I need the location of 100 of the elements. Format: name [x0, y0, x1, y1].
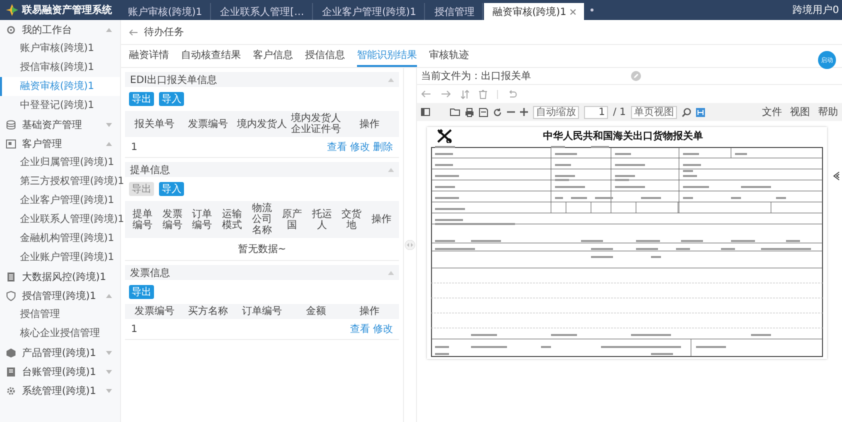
- column-header: 买方名称: [187, 306, 230, 317]
- current-file-label: 当前文件为：出口报关单: [421, 70, 531, 83]
- caret-up-icon[interactable]: [388, 78, 394, 82]
- tab[interactable]: 融资审核(跨境)1: [484, 3, 584, 20]
- sidebar-item[interactable]: 企业客户管理(跨境)1: [0, 191, 120, 210]
- sidebar-item[interactable]: 企业归属管理(跨境)1: [0, 153, 120, 172]
- zoom-in-icon[interactable]: [520, 108, 528, 116]
- page-title: 待办任务: [144, 26, 184, 39]
- gear-icon: [6, 24, 16, 34]
- table-link[interactable]: 删除: [373, 140, 393, 154]
- tab[interactable]: 审核轨迹: [429, 45, 469, 67]
- box-icon: [6, 348, 16, 358]
- fit-width-icon[interactable]: [696, 108, 705, 116]
- caret-up-icon[interactable]: [388, 270, 394, 274]
- column-header: 发票编号: [161, 208, 184, 230]
- column-header: 发票编号: [133, 306, 176, 317]
- swap-icon[interactable]: [461, 90, 469, 98]
- sidebar-item[interactable]: 大数据风控(跨境)1: [0, 267, 120, 286]
- sidebar-item[interactable]: 授信管理: [0, 305, 120, 324]
- sidebar-item[interactable]: 台账管理(跨境)1: [0, 362, 120, 381]
- column-header: 订单编号: [240, 306, 283, 317]
- tab[interactable]: 智能识别结果: [357, 45, 417, 67]
- menu-item[interactable]: 帮助: [818, 105, 838, 119]
- tab[interactable]: 企业联系人管理[…: [212, 3, 314, 20]
- trash-icon[interactable]: [479, 90, 487, 98]
- column-header: 交货地: [340, 208, 363, 230]
- sidebar-item[interactable]: 客户管理: [0, 134, 120, 153]
- table-cell: 1: [131, 324, 138, 334]
- sidebar-item[interactable]: 账户审核(跨境)1: [0, 39, 120, 58]
- forward-arrow-icon[interactable]: [441, 90, 451, 98]
- gear-icon: [6, 386, 16, 396]
- sidebar-item[interactable]: 核心企业授信管理: [0, 324, 120, 343]
- sidebar-item[interactable]: 中登登记(跨境)1: [0, 96, 120, 115]
- tab[interactable]: 融资详情: [129, 45, 169, 67]
- view-mode-select[interactable]: 单页视图: [630, 106, 677, 118]
- column-header: 金额: [304, 306, 327, 317]
- sidebar-item[interactable]: 企业账户管理(跨境)1: [0, 248, 120, 267]
- app-title: 联易融资产管理系统: [22, 4, 112, 17]
- empty-message: 暂无数据~: [125, 238, 399, 261]
- undo-icon[interactable]: [508, 90, 517, 98]
- caret-up-icon[interactable]: [106, 28, 112, 32]
- sidebar-item[interactable]: 系统管理(跨境)1: [0, 381, 120, 400]
- sidebar-item[interactable]: 我的工作台: [0, 20, 120, 39]
- tab[interactable]: 自动核查结果: [181, 45, 241, 67]
- folder-icon[interactable]: [450, 108, 460, 116]
- close-icon[interactable]: [570, 8, 576, 14]
- id-card-icon: [6, 138, 16, 148]
- section-title: 发票信息: [130, 266, 170, 280]
- sidebar-item[interactable]: 授信审核(跨境)1: [0, 58, 120, 77]
- table-link[interactable]: 修改: [350, 140, 370, 154]
- sidebar-item[interactable]: 融资审核(跨境)1: [0, 77, 120, 96]
- column-header: 操作: [370, 214, 393, 225]
- caret-up-icon[interactable]: [106, 142, 112, 146]
- caret-down-icon[interactable]: [106, 388, 112, 392]
- page-count: / 1: [613, 106, 626, 118]
- column-header: 托运人: [310, 208, 333, 230]
- rotate-icon[interactable]: [493, 108, 502, 116]
- caret-down-icon[interactable]: [106, 350, 112, 354]
- document-icon: [6, 272, 16, 282]
- print-icon[interactable]: [465, 108, 474, 116]
- logo-icon: [6, 4, 18, 16]
- back-arrow-icon[interactable]: [129, 28, 138, 36]
- more-icon[interactable]: [589, 7, 596, 13]
- menu-item[interactable]: 视图: [790, 105, 810, 119]
- back-arrow-icon[interactable]: [421, 90, 431, 98]
- column-header: 操作: [358, 118, 381, 130]
- sidebar-toggle-icon[interactable]: [421, 108, 430, 116]
- sidebar-item[interactable]: 金融机构管理(跨境)1: [0, 229, 120, 248]
- page-number-field[interactable]: 1: [584, 106, 608, 118]
- column-header: 运输模式: [221, 208, 244, 230]
- column-header: 提单编号: [131, 208, 154, 230]
- sidebar-item[interactable]: 基础资产管理: [0, 115, 120, 134]
- caret-up-icon[interactable]: [106, 294, 112, 298]
- caret-up-icon[interactable]: [388, 168, 394, 172]
- shield-icon: [6, 290, 16, 300]
- pencil-icon[interactable]: [631, 71, 641, 81]
- caret-down-icon[interactable]: [106, 370, 112, 374]
- document-title: 中华人民共和国海关出口货物报关单: [543, 130, 703, 143]
- chevron-left-icon[interactable]: [833, 171, 840, 181]
- column-header: 报关单号: [133, 118, 176, 130]
- user-name[interactable]: 跨境用户0: [792, 3, 842, 17]
- column-header: 境内发货人: [236, 118, 288, 130]
- menu-item[interactable]: 文件: [762, 105, 782, 119]
- sidebar-item[interactable]: 产品管理(跨境)1: [0, 343, 120, 362]
- column-header: 发票编号: [187, 118, 230, 130]
- tools-emblem-icon: [437, 129, 453, 143]
- book-icon: [6, 366, 16, 376]
- tab[interactable]: 授信信息: [305, 45, 345, 67]
- collapse-handle-icon[interactable]: [404, 240, 416, 250]
- tab[interactable]: 授信管理: [426, 3, 484, 20]
- tab[interactable]: 企业客户管理(跨境)1: [314, 3, 426, 20]
- tab[interactable]: 客户信息: [253, 45, 293, 67]
- zoom-select[interactable]: 自动缩放: [533, 106, 579, 118]
- table-link[interactable]: 修改: [373, 322, 393, 336]
- search-icon[interactable]: [682, 108, 691, 116]
- section-title: 提单信息: [130, 164, 170, 176]
- column-header: 操作: [358, 306, 381, 317]
- sidebar-item[interactable]: 授信管理(跨境)1: [0, 286, 120, 305]
- caret-down-icon[interactable]: [106, 122, 112, 126]
- save-icon[interactable]: [479, 108, 488, 116]
